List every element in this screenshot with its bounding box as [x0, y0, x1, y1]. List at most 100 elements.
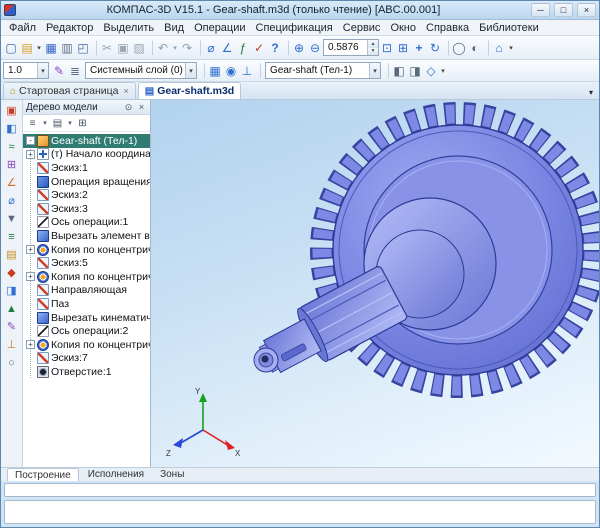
gear-shaft-model[interactable] — [252, 112, 596, 387]
tree-item[interactable]: + Копия по концентрич — [23, 243, 150, 257]
panel-sheet-metal-icon[interactable]: ◨ — [3, 282, 21, 299]
maximize-button[interactable]: □ — [554, 3, 573, 17]
layer-combo[interactable]: Системный слой (0) ▾ — [85, 62, 197, 79]
panel-constraints-icon[interactable]: ⊥ — [3, 336, 21, 353]
tree-item[interactable]: Операция вращения: — [23, 175, 150, 189]
tree-expander[interactable]: + — [26, 340, 35, 349]
close-icon[interactable]: × — [136, 102, 147, 112]
angle-icon[interactable]: ∠ — [219, 39, 235, 57]
section-view-icon[interactable]: ◨ — [407, 62, 423, 80]
cut-icon[interactable]: ✂ — [99, 39, 115, 57]
panel-arrays-icon[interactable]: ⊞ — [3, 156, 21, 173]
save-icon[interactable]: ▦ — [43, 39, 59, 57]
spin-up-icon[interactable]: ▴ — [368, 40, 378, 48]
panel-filters-icon[interactable]: ▼ — [3, 210, 21, 227]
tree-expander[interactable] — [26, 231, 35, 240]
mode-tab[interactable]: Построение — [7, 468, 79, 481]
menu-item[interactable]: Вид — [159, 22, 189, 34]
grid-icon[interactable]: ▦ — [207, 62, 223, 80]
spellcheck-icon[interactable]: ✓ — [251, 39, 267, 57]
print-icon[interactable]: ▥ — [59, 39, 75, 57]
app-icon[interactable] — [4, 4, 16, 16]
tree-item[interactable]: + Копия по концентрич — [23, 270, 150, 284]
redo-icon[interactable]: ↷ — [179, 39, 195, 57]
zoom-in-icon[interactable]: ⊕ — [291, 39, 307, 57]
perspective-icon[interactable]: ◇ — [423, 62, 439, 80]
menu-item[interactable]: Выделить — [98, 22, 159, 34]
panel-measure-icon[interactable]: ⌀ — [3, 192, 21, 209]
tree-expander[interactable] — [26, 299, 35, 308]
paste-icon[interactable]: ▨ — [131, 39, 147, 57]
tree-item[interactable]: Эскиз:5 — [23, 256, 150, 270]
rotate-view-icon[interactable]: ↻ — [427, 39, 443, 57]
open-folder-icon[interactable]: ▤ — [19, 39, 35, 57]
zoom-spinner[interactable]: ▴ ▾ — [367, 40, 378, 55]
panel-features-icon[interactable]: ▲ — [3, 300, 21, 317]
shaded-mode-icon[interactable]: ◐ — [467, 39, 483, 57]
preview-icon[interactable]: ◰ — [75, 39, 91, 57]
tree-expander[interactable]: + — [26, 150, 35, 159]
menu-item[interactable]: Редактор — [41, 22, 98, 34]
dropdown-arrow-icon[interactable]: ▾ — [35, 39, 43, 57]
body-combo[interactable]: Gear-shaft (Тел-1) ▾ — [265, 62, 381, 79]
pan-icon[interactable]: + — [411, 39, 427, 57]
tree-expander[interactable]: + — [26, 272, 35, 281]
tree-item[interactable]: Отверстие:1 — [23, 365, 150, 379]
tree-expander[interactable] — [26, 313, 35, 322]
tree-expander[interactable] — [26, 163, 35, 172]
tree-item[interactable]: Эскиз:1 — [23, 161, 150, 175]
minimize-button[interactable]: ─ — [531, 3, 550, 17]
tree-expander[interactable] — [26, 327, 35, 336]
copy-icon[interactable]: ▣ — [115, 39, 131, 57]
chevron-down-icon[interactable]: ▾ — [185, 63, 196, 78]
document-tab[interactable]: ⌂ Стартовая страница × — [3, 82, 136, 99]
panel-surfaces-icon[interactable]: ◧ — [3, 120, 21, 137]
panel-sketch-icon[interactable]: ✎ — [3, 318, 21, 335]
menu-item[interactable]: Файл — [4, 22, 41, 34]
panel-curves-icon[interactable]: ≈ — [3, 138, 21, 155]
layers-icon[interactable]: ≣ — [67, 62, 83, 80]
tree-expander[interactable]: + — [26, 245, 35, 254]
tree-item[interactable]: Ось операции:2 — [23, 324, 150, 338]
close-button[interactable]: × — [577, 3, 596, 17]
panel-reports-icon[interactable]: ▤ — [3, 246, 21, 263]
wireframe-icon[interactable]: ◯ — [451, 39, 467, 57]
tree-relations-icon[interactable]: ⊞ — [75, 116, 90, 131]
tree-expander[interactable] — [26, 367, 35, 376]
tab-scroll-icon[interactable]: ▾ — [589, 88, 597, 99]
tree-view-icon[interactable]: ≡ — [25, 116, 40, 131]
ortho-icon[interactable]: ⊥ — [239, 62, 255, 80]
panel-macros-icon[interactable]: ○ — [3, 354, 21, 371]
tree-item[interactable]: Вырезать кинематич — [23, 311, 150, 325]
tree-expander[interactable] — [26, 354, 35, 363]
model-canvas[interactable]: X Y Z — [151, 100, 599, 467]
spin-down-icon[interactable]: ▾ — [368, 48, 378, 56]
zoom-fit-icon[interactable]: ⊞ — [395, 39, 411, 57]
tree-item[interactable]: Эскиз:7 — [23, 352, 150, 366]
snap-icon[interactable]: ◉ — [223, 62, 239, 80]
orientation-icon[interactable]: ⌂ — [491, 39, 507, 57]
tree-expander[interactable] — [26, 177, 35, 186]
dropdown-arrow-icon[interactable]: ▾ — [66, 116, 74, 131]
dropdown-arrow-icon[interactable]: ▾ — [507, 39, 515, 57]
mode-tab[interactable]: Зоны — [153, 468, 191, 481]
undo-icon[interactable]: ↶ — [155, 39, 171, 57]
orientation-triad[interactable]: X Y Z — [166, 387, 241, 458]
menu-item[interactable]: Спецификация — [251, 22, 338, 34]
tree-item[interactable]: Эскиз:3 — [23, 202, 150, 216]
tree-item[interactable]: - Gear-shaft (Тел-1) — [23, 134, 150, 148]
zoom-area-icon[interactable]: ⊡ — [379, 39, 395, 57]
dropdown-arrow-icon[interactable]: ▾ — [439, 62, 447, 80]
tree-expander[interactable] — [26, 218, 35, 227]
panel-edit-part-icon[interactable]: ▣ — [3, 102, 21, 119]
menu-item[interactable]: Операции — [189, 22, 250, 34]
model-viewport[interactable]: X Y Z — [151, 100, 599, 467]
mode-tab[interactable]: Исполнения — [81, 468, 151, 481]
context-help-icon[interactable]: ? — [267, 39, 283, 57]
tree-expander[interactable] — [26, 259, 35, 268]
tree-expander[interactable] — [26, 191, 35, 200]
zoom-value-combo[interactable]: 0.5876 ▴ ▾ — [323, 39, 379, 56]
panel-spec-icon[interactable]: ≡ — [3, 228, 21, 245]
menu-item[interactable]: Сервис — [338, 22, 386, 34]
panel-design-elements-icon[interactable]: ◆ — [3, 264, 21, 281]
